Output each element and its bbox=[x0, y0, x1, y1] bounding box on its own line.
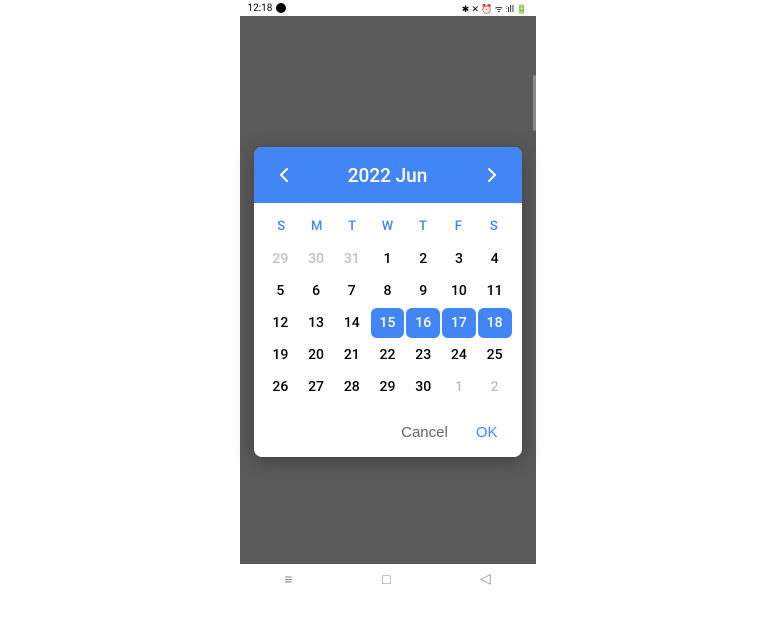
weekday-header: T bbox=[405, 215, 440, 238]
day-cell[interactable]: 16 bbox=[406, 308, 440, 338]
day-cell[interactable]: 17 bbox=[442, 308, 476, 338]
scroll-indicator[interactable] bbox=[533, 75, 536, 131]
day-cell[interactable]: 31 bbox=[335, 244, 369, 274]
day-cell[interactable]: 26 bbox=[264, 372, 298, 402]
day-cell[interactable]: 20 bbox=[299, 340, 333, 370]
day-cell[interactable]: 1 bbox=[371, 244, 405, 274]
day-cell[interactable]: 10 bbox=[442, 276, 476, 306]
date-picker-modal: 2022 Jun SMTWTFS 29303112345678910111213… bbox=[254, 147, 522, 457]
day-cell[interactable]: 19 bbox=[264, 340, 298, 370]
status-bar: 12:18 ✱ ✕ ⏰ ᯤ ⫶ıll 🔋 bbox=[240, 0, 536, 16]
day-cell[interactable]: 4 bbox=[478, 244, 512, 274]
weekday-header: M bbox=[299, 215, 334, 238]
day-cell[interactable]: 9 bbox=[406, 276, 440, 306]
day-cell[interactable]: 23 bbox=[406, 340, 440, 370]
day-cell[interactable]: 14 bbox=[335, 308, 369, 338]
status-time: 12:18 bbox=[248, 3, 273, 14]
day-cell[interactable]: 29 bbox=[264, 244, 298, 274]
day-cell[interactable]: 2 bbox=[406, 244, 440, 274]
status-left: 12:18 bbox=[248, 3, 287, 14]
calendar-body: SMTWTFS 29303112345678910111213141516171… bbox=[254, 203, 522, 410]
day-cell[interactable]: 5 bbox=[264, 276, 298, 306]
android-nav-bar: ≡ □ ◁ bbox=[240, 564, 536, 594]
day-cell[interactable]: 15 bbox=[371, 308, 405, 338]
next-month-button[interactable] bbox=[480, 163, 504, 187]
weekday-header: W bbox=[370, 215, 405, 238]
day-cell[interactable]: 30 bbox=[299, 244, 333, 274]
home-button[interactable]: □ bbox=[382, 571, 390, 588]
day-cell[interactable]: 1 bbox=[442, 372, 476, 402]
day-cell[interactable]: 28 bbox=[335, 372, 369, 402]
day-cell[interactable]: 25 bbox=[478, 340, 512, 370]
back-button[interactable]: ◁ bbox=[480, 571, 491, 587]
weekday-row: SMTWTFS bbox=[264, 215, 512, 238]
weekday-header: F bbox=[441, 215, 476, 238]
chevron-right-icon bbox=[487, 167, 497, 183]
day-cell[interactable]: 6 bbox=[299, 276, 333, 306]
picker-header: 2022 Jun bbox=[254, 147, 522, 203]
day-cell[interactable]: 8 bbox=[371, 276, 405, 306]
day-cell[interactable]: 13 bbox=[299, 308, 333, 338]
picker-month-year[interactable]: 2022 Jun bbox=[348, 164, 428, 187]
day-cell[interactable]: 27 bbox=[299, 372, 333, 402]
chevron-left-icon bbox=[279, 167, 289, 183]
cancel-button[interactable]: Cancel bbox=[401, 424, 448, 441]
day-cell[interactable]: 12 bbox=[264, 308, 298, 338]
recent-apps-button[interactable]: ≡ bbox=[284, 571, 292, 588]
day-cell[interactable]: 30 bbox=[406, 372, 440, 402]
phone-frame: 12:18 ✱ ✕ ⏰ ᯤ ⫶ıll 🔋 2022 Jun SMTWTFS 29 bbox=[240, 0, 536, 594]
day-cell[interactable]: 7 bbox=[335, 276, 369, 306]
day-cell[interactable]: 22 bbox=[371, 340, 405, 370]
day-cell[interactable]: 18 bbox=[478, 308, 512, 338]
weekday-header: S bbox=[264, 215, 299, 238]
day-cell[interactable]: 2 bbox=[478, 372, 512, 402]
days-grid: 2930311234567891011121314151617181920212… bbox=[264, 244, 512, 402]
status-app-icon bbox=[276, 3, 286, 13]
ok-button[interactable]: OK bbox=[476, 424, 498, 441]
day-cell[interactable]: 11 bbox=[478, 276, 512, 306]
status-icons: ✱ ✕ ⏰ ᯤ ⫶ıll 🔋 bbox=[462, 2, 528, 15]
status-right: ✱ ✕ ⏰ ᯤ ⫶ıll 🔋 bbox=[462, 2, 528, 15]
day-cell[interactable]: 24 bbox=[442, 340, 476, 370]
weekday-header: T bbox=[334, 215, 369, 238]
day-cell[interactable]: 29 bbox=[371, 372, 405, 402]
day-cell[interactable]: 21 bbox=[335, 340, 369, 370]
weekday-header: S bbox=[476, 215, 511, 238]
picker-actions: Cancel OK bbox=[254, 410, 522, 457]
prev-month-button[interactable] bbox=[272, 163, 296, 187]
day-cell[interactable]: 3 bbox=[442, 244, 476, 274]
